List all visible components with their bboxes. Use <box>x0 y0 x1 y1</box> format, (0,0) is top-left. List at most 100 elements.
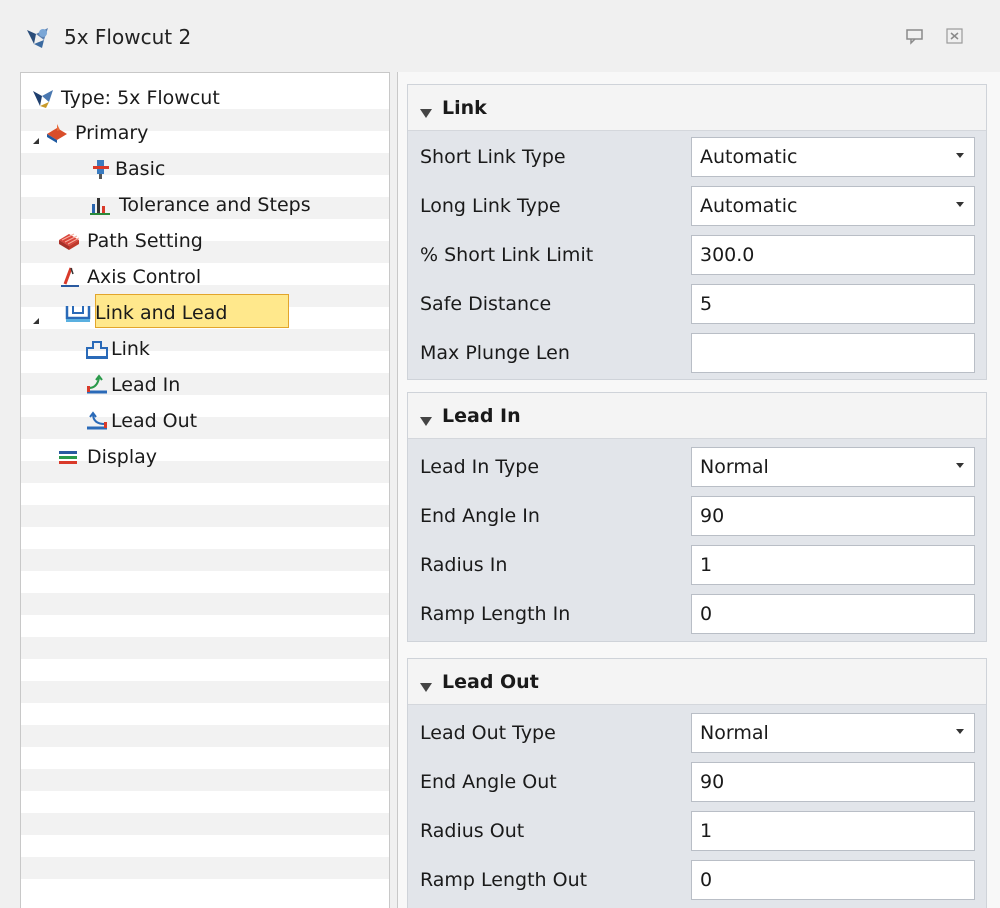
basic-icon <box>89 158 113 180</box>
tree-item-link[interactable]: Link <box>85 334 285 364</box>
long-link-type-dropdown[interactable]: Automatic <box>691 186 975 226</box>
flowcut-type-icon <box>31 87 55 109</box>
lead-in-type-dropdown[interactable]: Normal <box>691 447 975 487</box>
group-title: Lead In <box>442 405 521 427</box>
display-icon <box>57 446 81 468</box>
tree-item-label: Type: 5x Flowcut <box>61 87 220 109</box>
property-label: End Angle In <box>420 505 540 527</box>
parameter-tree: Type: 5x Flowcut Primary Basic Tolerance… <box>20 72 390 908</box>
radius-in-field[interactable]: 1 <box>691 545 975 585</box>
tree-item-basic[interactable]: Basic <box>89 154 369 184</box>
property-row: Lead In Type Normal <box>408 443 986 492</box>
group-title: Lead Out <box>442 671 539 693</box>
tree-item-lead-in[interactable]: Lead In <box>85 370 285 400</box>
dropdown-value: Automatic <box>700 195 798 217</box>
tree-item-label: Axis Control <box>87 266 202 288</box>
end-angle-in-field[interactable]: 90 <box>691 496 975 536</box>
dropdown-value: Normal <box>700 722 769 744</box>
tree-item-axis-control[interactable]: Axis Control <box>57 262 357 292</box>
property-label: Short Link Type <box>420 146 566 168</box>
collapse-triangle-icon[interactable] <box>31 129 41 144</box>
property-label: Radius In <box>420 554 508 576</box>
short-link-limit-field[interactable]: 300.0 <box>691 235 975 275</box>
property-row: End Angle In 90 <box>408 492 986 541</box>
primary-icon <box>45 122 69 144</box>
property-label: End Angle Out <box>420 771 557 793</box>
link-group-header[interactable]: Link <box>408 85 986 131</box>
tree-item-link-and-lead[interactable]: Link and Lead <box>65 298 305 328</box>
property-label: Radius Out <box>420 820 525 842</box>
end-angle-out-field[interactable]: 90 <box>691 762 975 802</box>
tree-item-label: Tolerance and Steps <box>119 194 311 216</box>
close-icon[interactable] <box>944 26 966 46</box>
property-row: Radius In 1 <box>408 541 986 590</box>
property-row: Safe Distance 5 <box>408 280 986 329</box>
link-icon <box>85 338 109 360</box>
property-label: % Short Link Limit <box>420 244 594 266</box>
property-row: Ramp Length In 0 <box>408 590 986 639</box>
property-row: Max Plunge Len <box>408 329 986 378</box>
tree-item-label: Lead In <box>111 374 181 396</box>
property-label: Max Plunge Len <box>420 342 570 364</box>
property-label: Ramp Length In <box>420 603 571 625</box>
chevron-down-icon <box>956 463 964 468</box>
max-plunge-len-field[interactable] <box>691 333 975 373</box>
property-row: Radius Out 1 <box>408 807 986 856</box>
pin-icon[interactable] <box>904 26 926 46</box>
tree-item-label: Basic <box>115 158 166 180</box>
lead-out-type-dropdown[interactable]: Normal <box>691 713 975 753</box>
window-title: 5x Flowcut 2 <box>64 25 192 49</box>
tree-item-tolerance-and-steps[interactable]: Tolerance and Steps <box>89 190 379 220</box>
radius-out-field[interactable]: 1 <box>691 811 975 851</box>
properties-panel: Link Short Link Type Automatic Long Link… <box>397 72 1000 908</box>
property-label: Lead Out Type <box>420 722 556 744</box>
property-row: % Short Link Limit 300.0 <box>408 231 986 280</box>
property-label: Long Link Type <box>420 195 561 217</box>
link-group: Link Short Link Type Automatic Long Link… <box>407 84 987 380</box>
flowcut-app-icon <box>24 24 52 50</box>
tree-item-display[interactable]: Display <box>57 442 257 472</box>
chevron-down-icon <box>956 202 964 207</box>
tree-item-label: Lead Out <box>111 410 198 432</box>
lead-in-group-header[interactable]: Lead In <box>408 393 986 439</box>
tree-item-type[interactable]: Type: 5x Flowcut <box>31 83 331 113</box>
dropdown-value: Automatic <box>700 146 798 168</box>
collapse-triangle-icon[interactable] <box>31 309 41 324</box>
property-row: Lead Out Type Normal <box>408 709 986 758</box>
collapse-triangle-icon <box>420 102 432 118</box>
lead-in-icon <box>85 374 109 396</box>
property-label: Lead In Type <box>420 456 540 478</box>
tree-item-primary[interactable]: Primary <box>45 118 345 148</box>
safe-distance-field[interactable]: 5 <box>691 284 975 324</box>
group-title: Link <box>442 97 487 119</box>
tree-item-lead-out[interactable]: Lead Out <box>85 406 285 436</box>
property-label: Safe Distance <box>420 293 552 315</box>
tree-item-path-setting[interactable]: Path Setting <box>57 226 357 256</box>
lead-in-group: Lead In Lead In Type Normal End Angle In… <box>407 392 987 642</box>
property-row: Short Link Type Automatic <box>408 133 986 182</box>
collapse-triangle-icon <box>420 410 432 426</box>
axis-control-icon <box>57 266 81 288</box>
chevron-down-icon <box>956 153 964 158</box>
ramp-length-out-field[interactable]: 0 <box>691 860 975 900</box>
property-row: Long Link Type Automatic <box>408 182 986 231</box>
collapse-triangle-icon <box>420 676 432 692</box>
chevron-down-icon <box>956 729 964 734</box>
title-bar: 5x Flowcut 2 <box>0 0 1000 72</box>
link-lead-icon <box>65 302 91 324</box>
tree-item-label: Link <box>111 338 150 360</box>
short-link-type-dropdown[interactable]: Automatic <box>691 137 975 177</box>
dropdown-value: Normal <box>700 456 769 478</box>
tree-item-label: Link and Lead <box>95 302 228 324</box>
tree-item-label: Path Setting <box>87 230 203 252</box>
lead-out-group: Lead Out Lead Out Type Normal End Angle … <box>407 658 987 908</box>
tree-item-label: Display <box>87 446 158 468</box>
property-row: End Angle Out 90 <box>408 758 986 807</box>
lead-out-icon <box>85 410 109 432</box>
tolerance-icon <box>89 194 113 216</box>
property-label: Ramp Length Out <box>420 869 588 891</box>
path-setting-icon <box>57 230 81 252</box>
ramp-length-in-field[interactable]: 0 <box>691 594 975 634</box>
tree-item-label: Primary <box>75 122 149 144</box>
lead-out-group-header[interactable]: Lead Out <box>408 659 986 705</box>
